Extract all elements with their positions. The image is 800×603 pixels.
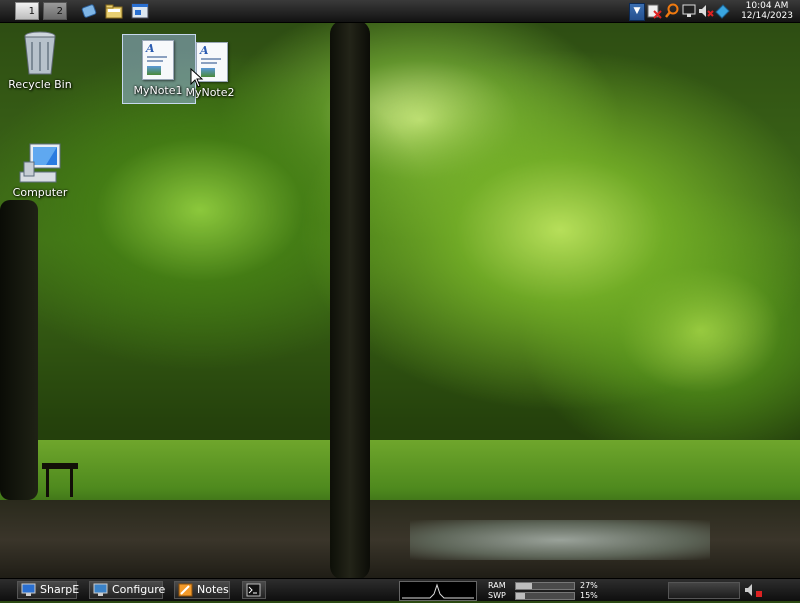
volume-muted-icon[interactable] — [698, 3, 714, 19]
file-manager-icon[interactable] — [105, 2, 123, 20]
workspace-2-button[interactable]: 2 — [43, 2, 67, 20]
memory-meters: RAM 27% SWP 15% — [488, 580, 600, 600]
configure-icon — [93, 583, 108, 597]
notes-icon — [178, 583, 193, 597]
taskbar-button-terminal[interactable] — [242, 581, 266, 599]
clock-time: 10:04 AM — [745, 1, 789, 11]
ram-percent: 27% — [580, 581, 598, 590]
eraser-icon[interactable] — [80, 2, 98, 20]
desktop-icon-label: Computer — [12, 186, 68, 199]
clock[interactable]: 10:04 AM 12/14/2023 — [734, 1, 800, 21]
wallpaper-tree-trunk — [330, 20, 370, 580]
display-icon[interactable] — [681, 3, 697, 19]
volume-slider[interactable] — [668, 582, 740, 599]
document-icon: A — [172, 40, 248, 86]
ram-bar — [515, 582, 575, 590]
wallpaper-bench — [42, 463, 78, 497]
swp-percent: 15% — [580, 591, 598, 600]
network-disconnected-icon[interactable] — [646, 3, 662, 19]
wallpaper-tree-left — [0, 200, 38, 500]
top-panel: 1 2 ▼ 10:04 AM 12/14/2023 — [0, 0, 800, 23]
desktop-icon-label: MyNote2 — [185, 86, 235, 99]
mouse-cursor-icon — [190, 67, 204, 88]
tray-arrow-icon[interactable]: ▼ — [629, 3, 645, 21]
clock-date: 12/14/2023 — [741, 11, 793, 21]
desktop-icon-mynote2[interactable]: A MyNote2 — [172, 40, 248, 99]
taskbar-button-label: Configure — [112, 583, 166, 596]
taskbar-button-sharpe[interactable]: SharpE — [17, 581, 80, 599]
sharpe-icon — [21, 583, 36, 597]
taskbar: SharpE Configure Notes RAM 27% SWP 15% — [0, 578, 800, 601]
swp-label: SWP — [488, 591, 506, 600]
wallpaper-stream — [410, 520, 710, 560]
speaker-muted-icon[interactable] — [742, 582, 764, 598]
desktop-icon-recycle-bin[interactable]: Recycle Bin — [2, 30, 78, 91]
taskbar-button-label: Notes — [197, 583, 229, 596]
taskbar-button-configure[interactable]: Configure — [89, 581, 166, 599]
workspace-1-button[interactable]: 1 — [15, 2, 39, 20]
swp-bar — [515, 592, 575, 600]
desktop-icon-label: Recycle Bin — [8, 78, 72, 91]
recycle-bin-icon — [2, 30, 78, 78]
cpu-graph — [399, 581, 477, 601]
taskbar-button-notes[interactable]: Notes — [174, 581, 230, 599]
taskbar-button-label: SharpE — [40, 583, 80, 596]
window-icon[interactable] — [131, 2, 149, 20]
desktop-icon-computer[interactable]: Computer — [2, 142, 78, 199]
app-icon[interactable] — [714, 3, 730, 19]
search-icon[interactable] — [664, 3, 680, 19]
computer-icon — [2, 142, 78, 186]
ram-label: RAM — [488, 581, 506, 590]
terminal-icon — [246, 583, 261, 597]
